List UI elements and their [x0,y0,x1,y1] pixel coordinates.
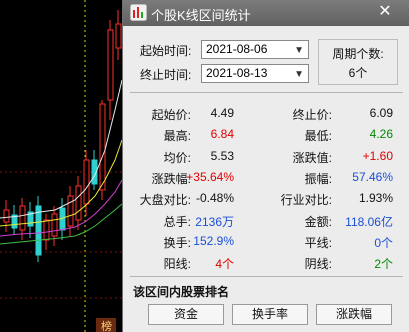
dialog-titlebar[interactable]: 个股K线区间统计 ✕ [123,0,409,26]
stat-right-key: 平线: [304,236,332,250]
stat-right-key: 阴线: [304,257,332,271]
stat-left-value: 5.53 [210,149,234,163]
stat-left-key: 总手: [163,215,191,229]
stat-right-value: 0个 [374,236,393,250]
stat-right-value: 57.46% [352,170,393,184]
candle-body [19,205,26,231]
stat-left-key: 阳线: [163,257,191,271]
stat-right-key: 最低: [304,129,332,143]
stat-right-key: 终止价: [292,108,332,122]
candle-body [67,195,74,227]
chart-corner-label: 榜 [101,319,112,332]
candle-body [107,29,114,101]
app-icon [130,4,147,21]
stat-right-value: 6.09 [369,106,393,120]
rank-by-turnover-button[interactable]: 换手率 [232,304,308,325]
stat-left-value: -0.48% [195,191,234,205]
rank-by-capital-button[interactable]: 资金 [148,304,224,325]
end-date-value: 2021-08-13 [206,66,268,80]
stat-left-key: 最高: [163,129,191,143]
period-count-box: 周期个数: 6个 [318,39,398,85]
start-date-select[interactable]: 2021-08-06 ▼ [201,40,309,59]
divider [130,92,403,93]
chevron-down-icon[interactable]: ▼ [294,66,304,83]
dialog-title: 个股K线区间统计 [151,8,251,23]
stat-left-value: 6.84 [210,127,234,141]
ranking-section-title: 该区间内股票排名 [133,285,230,299]
stat-left-value: 4.49 [210,106,234,120]
stat-right-value: +1.60 [362,149,393,163]
stat-left-key: 涨跌幅: [151,172,191,186]
stat-left-key: 换手: [163,236,191,250]
stat-left-key: 起始价: [151,108,191,122]
chevron-down-icon[interactable]: ▼ [294,42,304,59]
stat-left-key: 大盘对比: [139,193,191,207]
candle-body [99,103,106,191]
stat-right-value: 1.93% [358,191,393,205]
period-count-label: 周期个数: [332,47,384,61]
kline-range-stats-dialog: 个股K线区间统计 ✕ 起始时间: 2021-08-06 ▼ 终止时间: 2021… [122,0,409,332]
candle-body [75,185,82,221]
stat-right-key: 行业对比: [280,193,332,207]
divider [130,276,403,277]
rank-by-change-button[interactable]: 涨跌幅 [316,304,392,325]
candle-body [3,209,10,223]
stat-left-key: 均价: [163,151,191,165]
stat-right-value: 4.26 [369,127,393,141]
start-time-label: 起始时间: [140,44,192,58]
candle-body [35,205,42,256]
stat-left-value: 4个 [215,257,234,271]
stat-right-key: 振幅: [304,172,332,186]
close-icon[interactable]: ✕ [374,2,396,22]
stat-left-value: 152.9% [193,234,234,248]
candle-body [43,219,50,241]
candle-body [115,23,122,49]
stat-right-value: 2个 [374,257,393,271]
start-date-value: 2021-08-06 [206,42,268,56]
stat-left-value: +35.64% [186,170,234,184]
stat-left-value: 2136万 [195,215,234,229]
candle-body [51,213,58,237]
period-count-value: 6个 [348,66,368,80]
candle-body [83,159,90,205]
end-time-label: 终止时间: [140,68,192,82]
stat-right-value: 118.06亿 [345,215,393,229]
stat-right-key: 金额: [304,215,332,229]
end-date-select[interactable]: 2021-08-13 ▼ [201,64,309,83]
stat-right-key: 涨跌值: [292,151,332,165]
